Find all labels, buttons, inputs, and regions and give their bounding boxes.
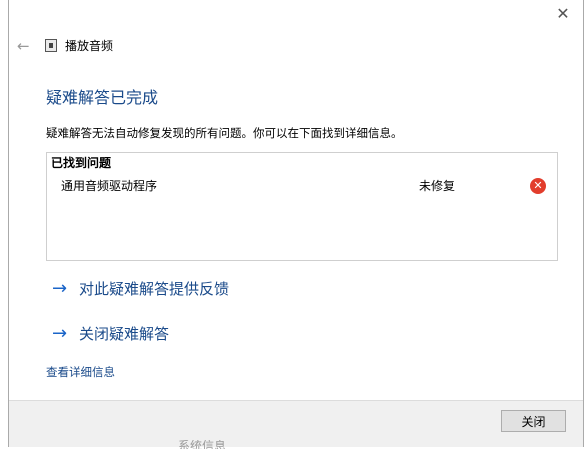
close-button[interactable]: 关闭 — [501, 410, 566, 432]
footer-bar: 关闭 — [9, 400, 583, 447]
problem-status: 未修复 — [419, 179, 456, 193]
page-title: 疑难解答已完成 — [46, 88, 159, 107]
feedback-link[interactable]: 对此疑难解答提供反馈 — [79, 278, 229, 300]
problems-header: 已找到问题 — [51, 156, 112, 170]
view-details-link[interactable]: 查看详细信息 — [46, 364, 115, 380]
close-troubleshooter-link[interactable]: 关闭疑难解答 — [79, 323, 169, 345]
problems-list: 已找到问题 通用音频驱动程序 未修复 ✕ — [46, 152, 558, 261]
close-icon[interactable]: ✕ — [555, 6, 571, 22]
background-window-text: 系统信息 — [178, 440, 227, 449]
window-title: 播放音频 — [65, 39, 114, 53]
troubleshooter-window: ✕ ← 播放音频 疑难解答已完成 疑难解答无法自动修复发现的所有问题。你可以在下… — [8, 0, 584, 447]
speaker-icon — [45, 39, 57, 52]
arrow-right-icon[interactable]: → — [52, 278, 67, 300]
back-arrow-icon[interactable]: ← — [17, 38, 33, 54]
error-icon: ✕ — [530, 178, 546, 194]
problem-name: 通用音频驱动程序 — [61, 179, 158, 193]
arrow-right-icon[interactable]: → — [52, 323, 67, 345]
description-text: 疑难解答无法自动修复发现的所有问题。你可以在下面找到详细信息。 — [46, 126, 403, 140]
